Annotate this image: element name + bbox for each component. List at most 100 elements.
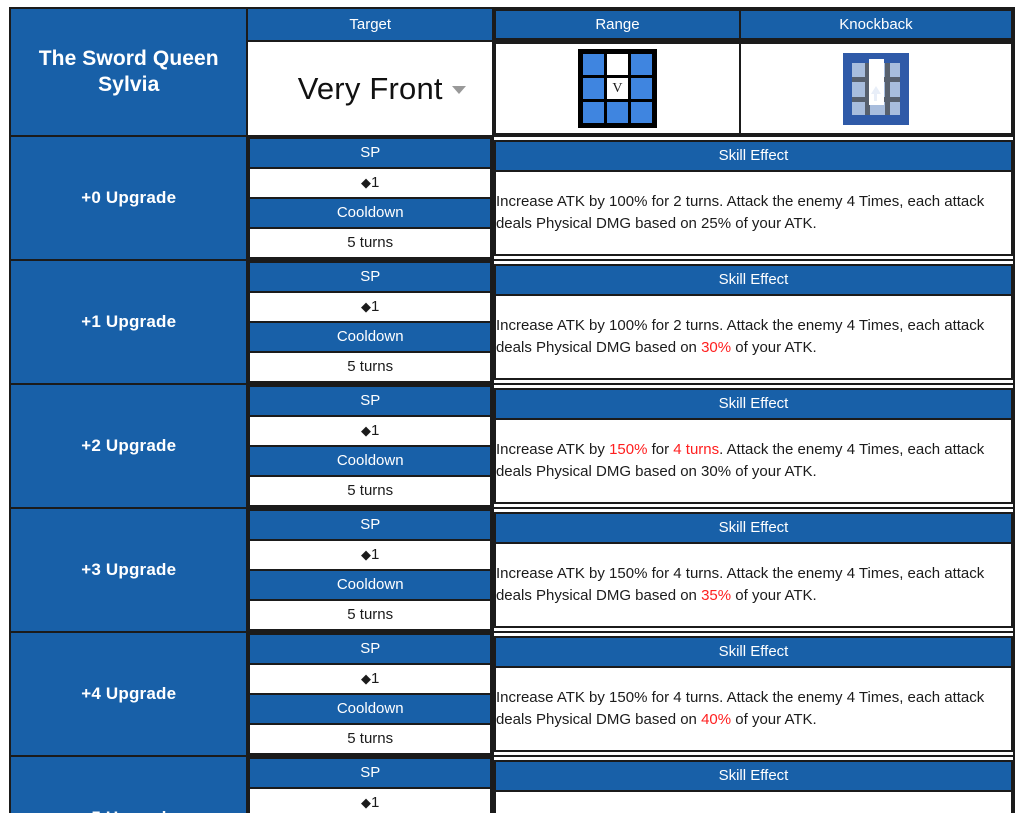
- sp-value: ◆1: [248, 291, 492, 323]
- skill-effect-table: Skill Effect Increase ATK by 100% for 2 t…: [493, 264, 1014, 380]
- knockback-arrow-stem: [873, 92, 877, 101]
- skill-effect-highlight: 35%: [701, 587, 732, 604]
- sp-value: ◆1: [248, 539, 492, 571]
- skill-effect-text: Increase ATK by 150% for 4 turns. Attack…: [493, 542, 1014, 628]
- cooldown-value-row: 5 turns: [248, 599, 492, 631]
- upgrade-stats-cell-3: SP ◆1 Cooldown 5 turns: [246, 507, 494, 633]
- table-body: The Sword Queen Sylvia Target Range Knock…: [8, 7, 1016, 813]
- upgrade-name: +5 Upgrade: [81, 808, 176, 813]
- upgrade-row: +4 Upgrade SP ◆1 Cooldown 5 turns Skill Effec…: [8, 631, 1016, 757]
- knockback-cell: [738, 42, 1014, 135]
- sp-value-row: ◆1: [248, 415, 492, 447]
- cooldown-value-row: 5 turns: [248, 475, 492, 507]
- skill-effect-header-row: Skill Effect: [493, 512, 1014, 544]
- skill-effect-highlight: 150%: [609, 441, 648, 459]
- range-cell-2-0: [582, 102, 604, 123]
- skill-effect-plain: of your ATK.: [731, 339, 817, 356]
- skill-effect-text: Increase ATK by 150% for 4 turns. Attack…: [493, 666, 1014, 752]
- skill-effect-header: Skill Effect: [493, 140, 1014, 172]
- sp-label-row: SP: [248, 137, 492, 169]
- upgrade-name: +1 Upgrade: [81, 312, 177, 331]
- sp-diamond-icon: ◆: [361, 423, 372, 438]
- upgrade-stats-table: SP◆1Cooldown5 turns: [248, 261, 492, 383]
- sp-label: SP: [248, 509, 492, 541]
- sp-value-row: ◆1: [248, 787, 492, 813]
- upgrade-row: +2 Upgrade SP ◆1 Cooldown 5 turns Skill Effec…: [8, 383, 1016, 509]
- skill-effect-text: Increase ATK by 200% for 6 turns. Attack…: [493, 790, 1014, 813]
- sp-label-row: SP: [248, 633, 492, 665]
- skill-effect-table: Skill Effect Increase ATK by 150% for 4 t…: [493, 388, 1014, 504]
- sp-diamond-icon: ◆: [361, 795, 372, 810]
- knockback-up-icon: [842, 52, 909, 125]
- skill-effect-header: Skill Effect: [493, 388, 1014, 420]
- skill-effect-body-row: Increase ATK by 150% for 4 turns. Attack…: [493, 666, 1014, 752]
- skill-effect-body-row: Increase ATK by 100% for 2 turns. Attack…: [493, 170, 1014, 256]
- sp-diamond-icon: ◆: [361, 175, 372, 190]
- range-cell-1-0: [582, 78, 604, 99]
- range-cell-2-1: [606, 102, 628, 123]
- skill-effect-header-row: Skill Effect: [493, 264, 1014, 296]
- upgrade-stats-cell-4: SP ◆1 Cooldown 5 turns: [246, 631, 494, 757]
- range-knockback-value-group: V: [491, 40, 1016, 137]
- sp-value-row: ◆1: [248, 663, 492, 695]
- skill-effect-plain: Increase ATK by 100% for 2 turns. Attack…: [495, 193, 985, 232]
- upgrade-stats-table: SP◆1Cooldown5 turns: [248, 385, 492, 507]
- skill-effect-highlight: 40%: [701, 711, 732, 728]
- skill-effect-header: Skill Effect: [493, 264, 1014, 296]
- sp-label: SP: [248, 137, 492, 169]
- upgrade-name-cell-4: +4 Upgrade: [8, 631, 249, 757]
- sp-amount: 1: [371, 794, 380, 811]
- chevron-down-icon[interactable]: [451, 85, 466, 94]
- skill-table: The Sword Queen Sylvia Target Range Knock…: [8, 7, 1016, 813]
- upgrade-row: +1 Upgrade SP ◆1 Cooldown 5 turns Skill Effec…: [8, 259, 1016, 385]
- sp-value: ◆1: [248, 415, 492, 447]
- upgrade-stats-table: SP◆1Cooldown5 turns: [248, 633, 492, 755]
- range-cell-0-1: [606, 54, 628, 75]
- sp-label: SP: [248, 385, 492, 417]
- skill-effect-header-row: Skill Effect: [493, 760, 1014, 792]
- sp-diamond-icon: ◆: [361, 547, 372, 562]
- skill-effect-plain: of your ATK.: [731, 587, 817, 604]
- target-select[interactable]: Very Front: [246, 40, 494, 137]
- skill-effect-text: Increase ATK by 100% for 2 turns. Attack…: [493, 294, 1014, 380]
- skill-effect-text: Increase ATK by 150% for 4 turns. Attack…: [493, 418, 1014, 504]
- range-grid-icon: V: [577, 49, 657, 128]
- cooldown-value: 5 turns: [248, 723, 492, 755]
- skill-effect-header-row: Skill Effect: [493, 636, 1014, 668]
- upgrade-stats-table: SP◆1Cooldown5 turns: [248, 137, 492, 259]
- cooldown-value: 5 turns: [248, 599, 492, 631]
- sp-label-row: SP: [248, 385, 492, 417]
- skill-effect-cell-4: Skill Effect Increase ATK by 150% for 4 t…: [491, 631, 1016, 757]
- cooldown-value: 5 turns: [248, 475, 492, 507]
- skill-effect-highlight: 30%: [701, 339, 732, 356]
- cooldown-label: Cooldown: [248, 197, 492, 229]
- skill-effect-header-row: Skill Effect: [493, 140, 1014, 172]
- upgrade-row: +0 Upgrade SP ◆1 Cooldown 5 turns Skill Effec…: [8, 135, 1016, 261]
- knockback-column-header: Knockback: [738, 9, 1014, 40]
- cooldown-label: Cooldown: [248, 321, 492, 353]
- cooldown-label: Cooldown: [248, 569, 492, 601]
- cooldown-value-row: 5 turns: [248, 351, 492, 383]
- upgrade-name-cell-5: +5 Upgrade: [8, 755, 249, 813]
- cooldown-label: Cooldown: [248, 693, 492, 725]
- sp-value-row: ◆1: [248, 539, 492, 571]
- cooldown-label-row: Cooldown: [248, 445, 492, 477]
- skill-effect-table: Skill Effect Increase ATK by 100% for 2 t…: [493, 140, 1014, 256]
- skill-effect-highlight: 4 turns: [673, 441, 720, 459]
- upgrade-stats-cell-2: SP ◆1 Cooldown 5 turns: [246, 383, 494, 509]
- range-cell-2-2: [630, 102, 652, 123]
- header-label-row: The Sword Queen Sylvia Target Range Knock…: [8, 7, 1016, 137]
- character-name-cell: The Sword Queen Sylvia: [8, 7, 249, 137]
- upgrade-name-cell-2: +2 Upgrade: [8, 383, 249, 509]
- sp-label: SP: [248, 757, 492, 789]
- skill-effect-cell-2: Skill Effect Increase ATK by 150% for 4 t…: [491, 383, 1016, 509]
- cooldown-value-row: 5 turns: [248, 723, 492, 755]
- upgrade-stats-cell-0: SP ◆1 Cooldown 5 turns: [246, 135, 494, 261]
- cooldown-label-row: Cooldown: [248, 197, 492, 229]
- skill-effect-cell-0: Skill Effect Increase ATK by 100% for 2 t…: [491, 135, 1016, 261]
- sp-value: ◆1: [248, 663, 492, 695]
- cooldown-label: Cooldown: [248, 445, 492, 477]
- target-column-header: Target: [246, 7, 494, 42]
- upgrade-name: +3 Upgrade: [81, 560, 177, 579]
- sp-value-row: ◆1: [248, 167, 492, 199]
